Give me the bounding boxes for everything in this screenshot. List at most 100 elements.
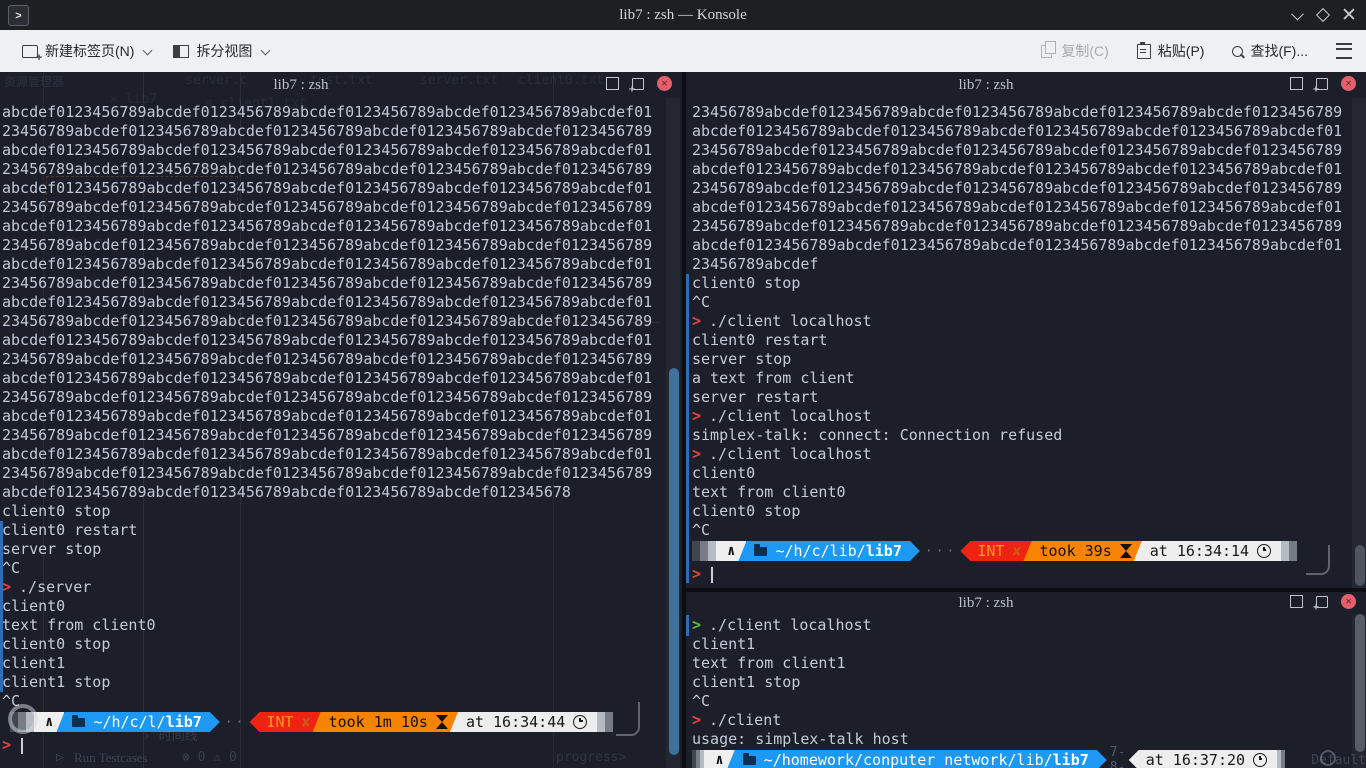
chevron-down-icon bbox=[261, 45, 271, 55]
terminal-line: >./client localhost bbox=[692, 445, 1366, 464]
exit-status-segment: INT✘ bbox=[960, 541, 1031, 561]
maximize-pane-icon[interactable] bbox=[1290, 77, 1303, 90]
terminal-output[interactable]: >./client localhost client1 text from cl… bbox=[686, 615, 1366, 768]
terminal-line: client1 bbox=[2, 654, 682, 673]
terminal-area: 资源管理器 server.c test.txt server.txt clien… bbox=[0, 72, 1366, 768]
powerline-prompt-bar: ∧ ~/homework/conputer_network/lib/lib7 7… bbox=[692, 750, 1366, 768]
clock-icon bbox=[1253, 753, 1267, 767]
duration-text: took 1m 10s bbox=[329, 713, 428, 731]
paste-icon bbox=[1137, 44, 1151, 59]
terminal-output[interactable]: 23456789abcdef0123456789abcdef0123456789… bbox=[686, 98, 1366, 584]
signal-label: INT bbox=[266, 713, 293, 731]
directory-path: ~/h/c/lib/ bbox=[775, 542, 865, 560]
window-controls: ✕ bbox=[1284, 0, 1362, 30]
terminal-line: text from client0 bbox=[2, 616, 682, 635]
pane-header-icons: ✕ bbox=[606, 76, 672, 91]
time-segment: at 16:34:44 bbox=[450, 712, 597, 732]
terminal-line: server stop bbox=[692, 350, 1366, 369]
maximize-pane-icon[interactable] bbox=[606, 77, 619, 90]
folder-icon bbox=[743, 756, 756, 765]
terminal-stream-text: abcdef0123456789abcdef0123456789abcdef01… bbox=[2, 103, 682, 502]
time-text: at 16:37:20 bbox=[1146, 751, 1245, 768]
konsole-window: > lib7 : zsh — Konsole ✕ 新建标签页(N) 拆分视图 复… bbox=[0, 0, 1366, 768]
maximize-button[interactable] bbox=[1310, 2, 1336, 28]
prompt-arrow: > bbox=[692, 565, 701, 585]
command-text: ./client localhost bbox=[709, 407, 872, 425]
pane-header: lib7 : zsh ✕ bbox=[686, 592, 1366, 615]
terminal-line: ^C bbox=[2, 559, 682, 578]
terminal-output[interactable]: abcdef0123456789abcdef0123456789abcdef01… bbox=[0, 98, 682, 755]
directory-segment: ~/homework/conputer_network/lib/lib7 bbox=[727, 750, 1107, 768]
new-tab-button[interactable]: 新建标签页(N) bbox=[22, 41, 151, 61]
time-segment: at 16:37:20 bbox=[1129, 750, 1277, 768]
split-view-button[interactable]: 拆分视图 bbox=[173, 41, 269, 61]
prompt-arrow: > bbox=[692, 407, 701, 427]
prompt-block bbox=[708, 541, 716, 561]
prompt-connector-dots: ··· bbox=[925, 541, 957, 561]
find-label: 查找(F)... bbox=[1250, 41, 1308, 61]
prompt-arrow: > bbox=[692, 312, 701, 332]
hamburger-menu-icon bbox=[1336, 43, 1352, 59]
find-button[interactable]: 查找(F)... bbox=[1232, 41, 1308, 61]
close-window-button[interactable]: ✕ bbox=[1336, 2, 1362, 28]
detach-pane-icon[interactable] bbox=[1316, 78, 1328, 90]
terminal-line: >./server bbox=[2, 578, 682, 597]
terminal-line: client0 stop bbox=[692, 274, 1366, 293]
powerline-prompt-bar: ∧ ~/h/c/l/lib7 ·· INT✘ took 1m 10s at 16… bbox=[10, 712, 682, 732]
scrollbar-thumb[interactable] bbox=[1355, 614, 1365, 752]
close-pane-button[interactable]: ✕ bbox=[657, 76, 672, 91]
detach-pane-icon[interactable] bbox=[632, 78, 644, 90]
terminal-line: client1 stop bbox=[692, 673, 1366, 692]
search-icon bbox=[1232, 46, 1243, 57]
scrollbar-thumb[interactable] bbox=[669, 368, 679, 755]
copy-icon bbox=[1041, 45, 1052, 58]
folder-icon bbox=[72, 718, 85, 727]
terminal-line: ^C bbox=[692, 692, 1366, 711]
close-pane-button[interactable]: ✕ bbox=[1341, 76, 1356, 91]
maximize-icon bbox=[1316, 8, 1330, 22]
toolbar: 新建标签页(N) 拆分视图 复制(C) 粘贴(P) 查找(F)... bbox=[0, 30, 1366, 73]
powerline-prompt-bar: ∧ ~/h/c/lib/lib7 ··· INT✘ took 39s at 16… bbox=[692, 541, 1366, 561]
paste-button[interactable]: 粘贴(P) bbox=[1137, 41, 1205, 61]
terminal-line: >./client bbox=[692, 711, 1366, 730]
new-tab-icon bbox=[22, 45, 38, 58]
folder-icon bbox=[754, 547, 767, 556]
prompt-line: > bbox=[692, 565, 1366, 584]
terminal-line: >./client localhost bbox=[692, 312, 1366, 331]
new-output-marker bbox=[686, 615, 689, 636]
prompt-block bbox=[1289, 541, 1297, 561]
terminal-pane-left[interactable]: 资源管理器 server.c test.txt server.txt clien… bbox=[0, 72, 682, 768]
hourglass-icon bbox=[1120, 544, 1132, 558]
menu-button[interactable] bbox=[1336, 43, 1352, 59]
clock-icon bbox=[1257, 544, 1271, 558]
terminal-line: client1 stop bbox=[2, 673, 682, 692]
exit-status-segment: INT✘ bbox=[249, 712, 320, 732]
terminal-pane-top-right[interactable]: lib7 : zsh ✕ 23456789abcdef0123456789abc… bbox=[686, 72, 1366, 588]
prompt-arrow: > bbox=[692, 616, 701, 636]
pane-header-icons: ✕ bbox=[1290, 594, 1356, 609]
pane-title: lib7 : zsh bbox=[686, 72, 1286, 94]
prompt-block bbox=[1281, 750, 1285, 768]
terminal-line: simplex-talk: connect: Connection refuse… bbox=[692, 426, 1366, 445]
terminal-line: usage: simplex-talk host bbox=[692, 730, 1366, 749]
pane-header: lib7 : zsh ✕ bbox=[0, 72, 682, 98]
minimize-button[interactable] bbox=[1284, 2, 1310, 28]
prompt-block bbox=[1281, 541, 1289, 561]
copy-button[interactable]: 复制(C) bbox=[1041, 41, 1108, 61]
close-pane-button[interactable]: ✕ bbox=[1341, 594, 1356, 609]
directory-path: ~/homework/conputer_network/lib/ bbox=[764, 751, 1053, 768]
prompt-arrow: > bbox=[692, 445, 701, 465]
ghost-gear-icon bbox=[8, 704, 38, 734]
detach-pane-icon[interactable] bbox=[1316, 596, 1328, 608]
command-text: ./client localhost bbox=[709, 616, 872, 634]
text-cursor bbox=[21, 738, 23, 754]
terminal-line: ^C bbox=[2, 692, 682, 711]
scrollbar-thumb[interactable] bbox=[1355, 545, 1365, 586]
signal-label: INT bbox=[977, 542, 1004, 560]
pane-title: lib7 : zsh bbox=[0, 72, 602, 94]
scrollbar-track[interactable] bbox=[1352, 98, 1366, 588]
terminal-line: client0 bbox=[2, 597, 682, 616]
terminal-pane-bottom-right[interactable]: lib7 : zsh ✕ > ./client localhost client1… bbox=[686, 592, 1366, 768]
prompt-block bbox=[692, 541, 700, 561]
maximize-pane-icon[interactable] bbox=[1290, 595, 1303, 608]
